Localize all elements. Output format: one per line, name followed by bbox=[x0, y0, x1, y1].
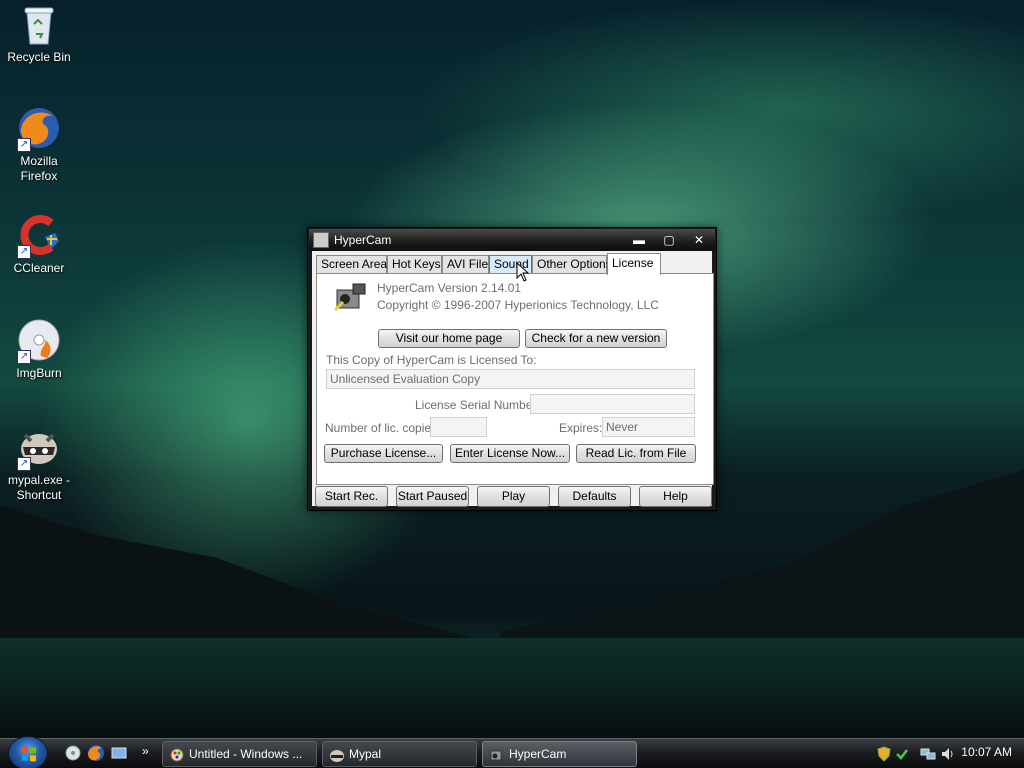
desktop-icon-label: CCleaner bbox=[13, 261, 65, 275]
hypercam-icon bbox=[489, 747, 505, 763]
taskbar: » Untitled - Windows ... Mypal HyperCam … bbox=[0, 738, 1024, 768]
desktop-icon-firefox[interactable]: ↗ Mozilla Firefox bbox=[4, 106, 74, 184]
defaults-button[interactable]: Defaults bbox=[558, 486, 631, 507]
enter-license-button[interactable]: Enter License Now... bbox=[450, 444, 570, 463]
quick-launch-more[interactable]: » bbox=[142, 744, 149, 758]
taskbar-button-hypercam[interactable]: HyperCam bbox=[482, 741, 637, 767]
windows-logo-icon bbox=[22, 746, 36, 762]
copies-label: Number of lic. copies: bbox=[325, 421, 441, 435]
recycle-bin-icon bbox=[17, 2, 61, 46]
copyright-text: Copyright © 1996-2007 Hyperionics Techno… bbox=[377, 298, 659, 312]
licensed-to-field: Unlicensed Evaluation Copy bbox=[326, 369, 695, 389]
serial-number-field bbox=[530, 394, 695, 414]
firefox-icon[interactable] bbox=[87, 744, 105, 762]
lake-reflection bbox=[0, 638, 1024, 738]
licensed-to-label: This Copy of HyperCam is Licensed To: bbox=[326, 353, 537, 367]
play-button[interactable]: Play bbox=[477, 486, 550, 507]
mypal-icon bbox=[329, 747, 345, 763]
safely-remove-icon[interactable] bbox=[894, 746, 910, 762]
close-button[interactable]: ✕ bbox=[686, 233, 712, 249]
check-new-version-button[interactable]: Check for a new version bbox=[525, 329, 667, 348]
window-title: HyperCam bbox=[334, 233, 392, 247]
security-shield-icon[interactable] bbox=[876, 746, 892, 762]
tab-screen-area[interactable]: Screen Area bbox=[316, 255, 387, 274]
copies-field bbox=[430, 417, 487, 437]
tab-avi-file[interactable]: AVI File bbox=[442, 255, 489, 274]
mypal-icon: ↗ bbox=[17, 425, 61, 471]
desktop-icon-mypal[interactable]: ↗ mypal.exe - Shortcut bbox=[4, 425, 74, 503]
ccleaner-icon: ↗ bbox=[17, 213, 61, 259]
taskbar-button-label: Untitled - Windows ... bbox=[189, 747, 303, 761]
paint-icon bbox=[169, 747, 185, 763]
tab-hot-keys[interactable]: Hot Keys bbox=[387, 255, 442, 274]
license-panel: HyperCam Version 2.14.01 Copyright © 199… bbox=[316, 273, 714, 485]
window-client-area: Screen Area Hot Keys AVI File Sound Othe… bbox=[312, 251, 714, 507]
switch-windows-icon[interactable] bbox=[110, 744, 128, 762]
help-button[interactable]: Help bbox=[639, 486, 712, 507]
expires-label: Expires: bbox=[559, 421, 603, 435]
start-paused-button[interactable]: Start Paused bbox=[396, 486, 469, 507]
taskbar-button-paint[interactable]: Untitled - Windows ... bbox=[162, 741, 317, 767]
taskbar-button-label: HyperCam bbox=[509, 747, 567, 761]
serial-number-label: License Serial Number: bbox=[415, 398, 540, 412]
hypercam-icon bbox=[313, 232, 329, 248]
window-titlebar[interactable]: HyperCam ▬ ▢ ✕ bbox=[309, 229, 715, 251]
purchase-license-button[interactable]: Purchase License... bbox=[324, 444, 443, 463]
imgburn-icon: ↗ bbox=[17, 318, 61, 364]
mouse-cursor-icon bbox=[516, 261, 530, 282]
desktop-icon-label: mypal.exe - Shortcut bbox=[7, 473, 71, 502]
desktop-icon-label: Mozilla Firefox bbox=[20, 154, 58, 183]
tab-other-options[interactable]: Other Options bbox=[532, 255, 612, 274]
version-text: HyperCam Version 2.14.01 bbox=[377, 281, 522, 295]
desktop-icon-recycle-bin[interactable]: Recycle Bin bbox=[4, 2, 74, 65]
desktop-icon-label: Recycle Bin bbox=[7, 50, 71, 64]
taskbar-clock[interactable]: 10:07 AM bbox=[961, 745, 1012, 759]
tab-license[interactable]: License bbox=[607, 253, 661, 275]
expires-field: Never bbox=[602, 417, 695, 437]
start-button[interactable] bbox=[8, 736, 48, 768]
minimize-button[interactable]: ▬ bbox=[626, 233, 652, 249]
desktop-icon-imgburn[interactable]: ↗ ImgBurn bbox=[4, 318, 74, 381]
hypercam-window[interactable]: HyperCam ▬ ▢ ✕ Screen Area Hot Keys AVI … bbox=[307, 227, 717, 511]
desktop-icon-label: ImgBurn bbox=[16, 366, 62, 380]
read-license-file-button[interactable]: Read Lic. from File bbox=[576, 444, 696, 463]
start-rec-button[interactable]: Start Rec. bbox=[315, 486, 388, 507]
taskbar-button-label: Mypal bbox=[349, 747, 382, 761]
maximize-button[interactable]: ▢ bbox=[656, 233, 682, 249]
network-icon[interactable] bbox=[920, 746, 936, 762]
desktop-icon-ccleaner[interactable]: ↗ CCleaner bbox=[4, 213, 74, 276]
hypercam-logo-icon bbox=[333, 280, 369, 316]
show-desktop-icon[interactable] bbox=[64, 744, 82, 762]
volume-icon[interactable] bbox=[940, 746, 956, 762]
taskbar-button-mypal[interactable]: Mypal bbox=[322, 741, 477, 767]
visit-home-page-button[interactable]: Visit our home page bbox=[378, 329, 520, 348]
firefox-icon: ↗ bbox=[17, 106, 61, 152]
